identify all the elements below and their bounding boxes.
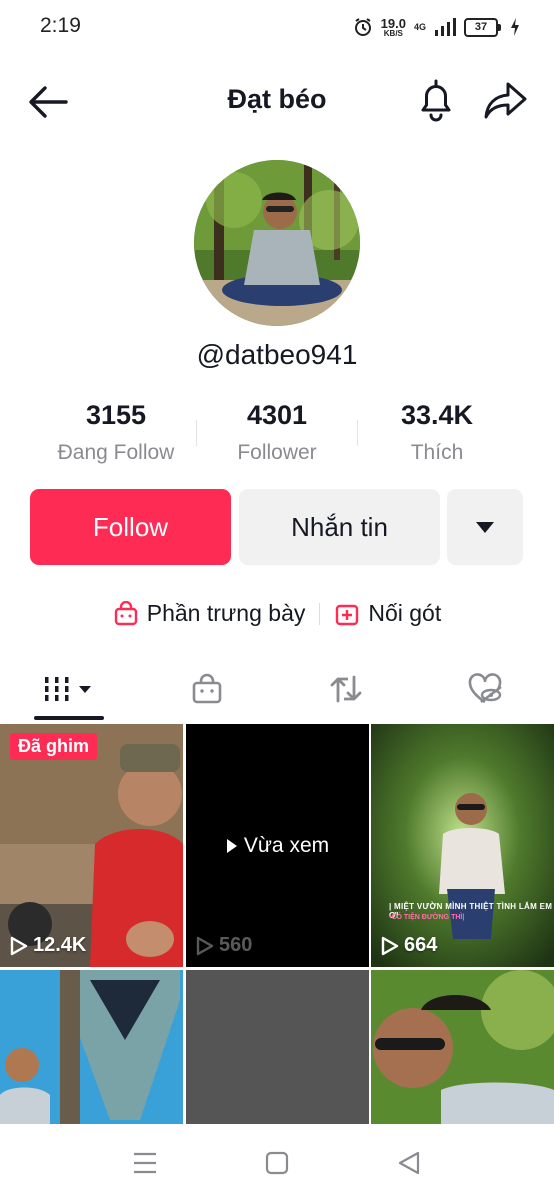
net-speed-value: 19.0	[380, 15, 406, 31]
shop-bag-icon	[114, 600, 137, 625]
charging-icon	[511, 18, 519, 36]
video-thumbnail[interactable]: | MIỆT VƯỜN MÌNH THIỆT TÌNH LẮM EM ƠI •C…	[371, 724, 554, 967]
stat-following[interactable]: 3155 Đang Follow	[26, 400, 206, 465]
status-time: 2:19	[40, 14, 81, 37]
view-count-value: 12.4K	[33, 934, 87, 956]
tab-reposts[interactable]	[277, 666, 415, 712]
video-thumbnail[interactable]: 12.4K	[0, 724, 183, 967]
view-count: 12.4K	[10, 934, 86, 957]
home-icon[interactable]	[262, 1148, 292, 1178]
view-count-value: 664	[404, 934, 438, 956]
video-thumbnail[interactable]	[0, 970, 183, 1124]
stat-likes-label: Thích	[410, 441, 464, 464]
net-speed-unit: KB/S	[383, 28, 403, 38]
net-speed: 19.0 KB/S	[381, 17, 406, 38]
video-caption-sub: •CÓ TIỆN ĐƯỜNG THÌ|	[389, 914, 465, 921]
tab-liked[interactable]	[416, 666, 554, 712]
stat-followers-value: 4301	[246, 400, 308, 430]
message-button[interactable]: Nhắn tin	[239, 489, 440, 565]
stat-following-value: 3155	[85, 400, 147, 430]
tab-videos[interactable]	[0, 666, 138, 712]
caret-down-icon	[476, 522, 494, 533]
repost-icon	[330, 675, 362, 703]
share-icon[interactable]	[482, 78, 530, 122]
stat-followers[interactable]: 4301 Follower	[187, 400, 367, 465]
stat-following-label: Đang Follow	[57, 441, 175, 464]
pinned-badge: Đã ghim	[10, 733, 98, 760]
tab-indicator	[34, 716, 104, 720]
watched-text: Vừa xem	[243, 833, 330, 857]
signal-icon	[435, 18, 456, 36]
battery-icon: 37	[464, 17, 501, 37]
tab-shop[interactable]	[138, 666, 276, 712]
back-nav-icon[interactable]	[394, 1148, 424, 1178]
profile-username: @datbeo941	[196, 339, 358, 370]
view-count: 664	[381, 934, 437, 957]
battery-level: 37	[474, 21, 488, 33]
stitch-plus-icon	[336, 604, 359, 625]
status-bar: 2:19 19.0 KB/S 4G 37	[0, 0, 554, 54]
play-icon	[226, 838, 237, 853]
stat-likes-value: 33.4K	[400, 400, 474, 430]
stitch-link[interactable]: Nối gót	[334, 600, 441, 627]
showcase-label: Phần trưng bày	[146, 600, 306, 626]
recently-watched-label: Vừa xem	[186, 724, 369, 967]
page-title: Đạt béo	[227, 84, 327, 114]
avatar[interactable]	[194, 160, 360, 326]
menu-icon[interactable]	[128, 1148, 162, 1178]
more-options-button[interactable]	[447, 489, 523, 565]
profile-links: Phần trưng bày Nối gót	[0, 600, 554, 627]
video-thumbnail[interactable]	[186, 970, 369, 1124]
stat-followers-label: Follower	[237, 441, 317, 464]
system-nav-bar	[0, 1124, 554, 1200]
play-outline-icon	[381, 936, 399, 955]
stat-likes[interactable]: 33.4K Thích	[347, 400, 527, 465]
liked-hidden-icon	[468, 673, 502, 704]
play-outline-icon	[10, 936, 28, 955]
bell-icon[interactable]	[414, 78, 458, 122]
network-type: 4G	[413, 21, 426, 32]
alarm-icon	[354, 18, 371, 36]
status-icons: 19.0 KB/S 4G 37	[353, 14, 520, 40]
video-thumbnail[interactable]	[371, 970, 554, 1124]
links-divider	[319, 602, 321, 625]
videos-grid-icon	[45, 677, 91, 701]
showcase-link[interactable]: Phần trưng bày	[113, 600, 306, 627]
stitch-label: Nối gót	[368, 600, 442, 626]
follow-button[interactable]: Follow	[30, 489, 231, 565]
shop-bag-icon	[192, 673, 222, 704]
